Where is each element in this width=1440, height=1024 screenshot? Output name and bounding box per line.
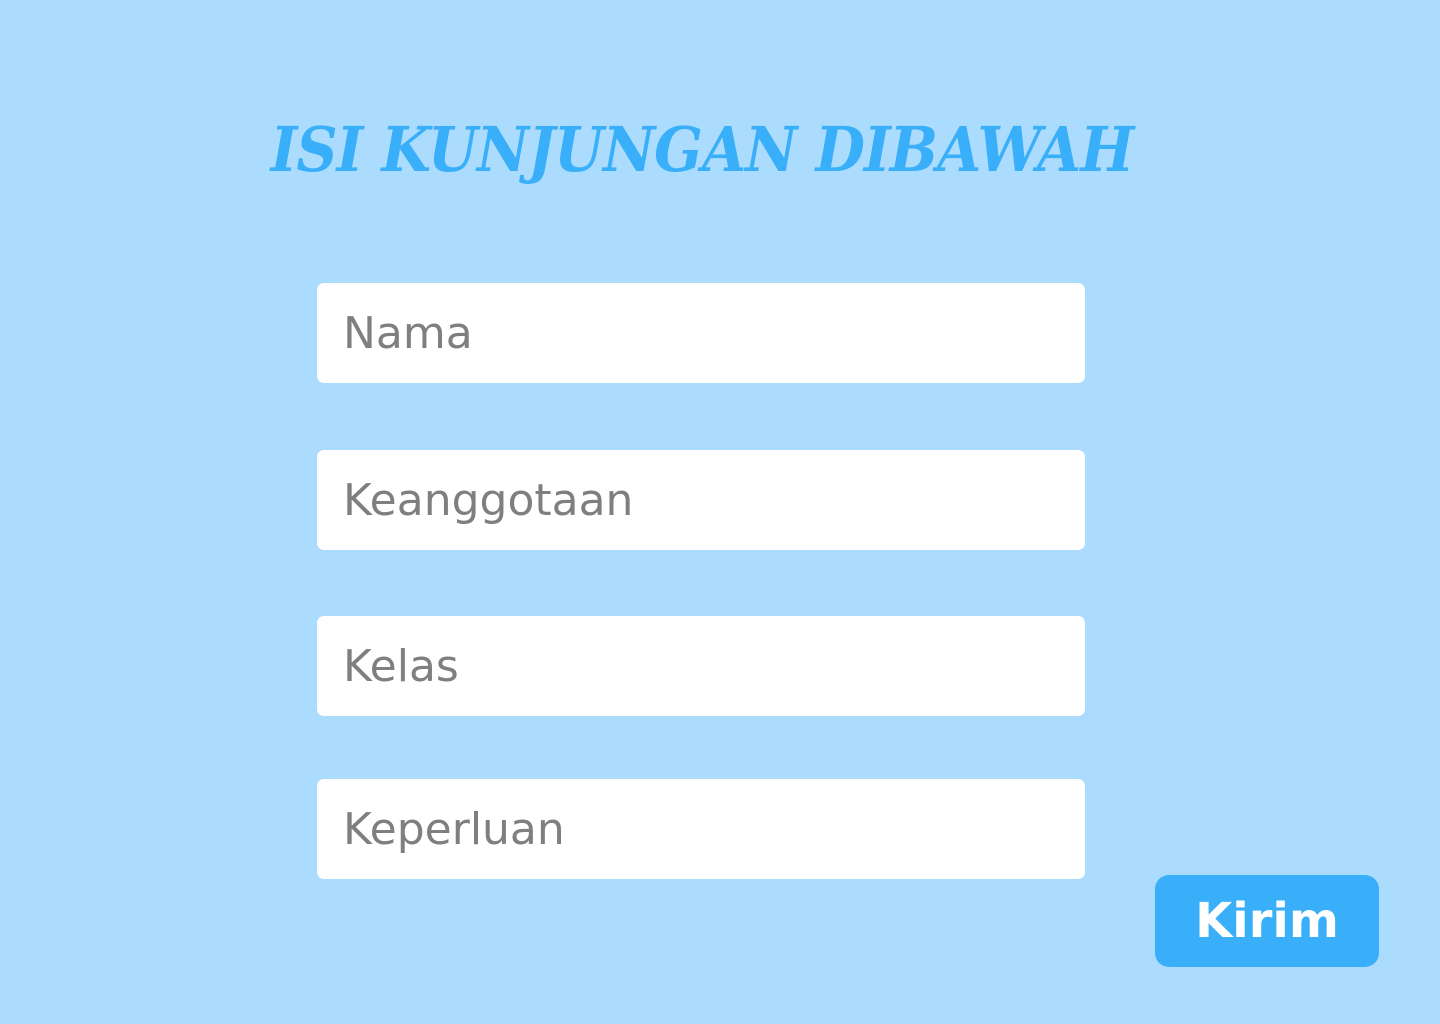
name-input[interactable]	[317, 283, 1085, 383]
purpose-field-container	[317, 779, 1085, 879]
page-title: ISI KUNJUNGAN DIBAWAH	[270, 113, 1135, 186]
name-field-container	[317, 283, 1085, 383]
membership-input[interactable]	[317, 450, 1085, 550]
submit-button[interactable]: Kirim	[1155, 875, 1379, 967]
class-input[interactable]	[317, 616, 1085, 716]
purpose-input[interactable]	[317, 779, 1085, 879]
class-field-container	[317, 616, 1085, 716]
membership-field-container	[317, 450, 1085, 550]
